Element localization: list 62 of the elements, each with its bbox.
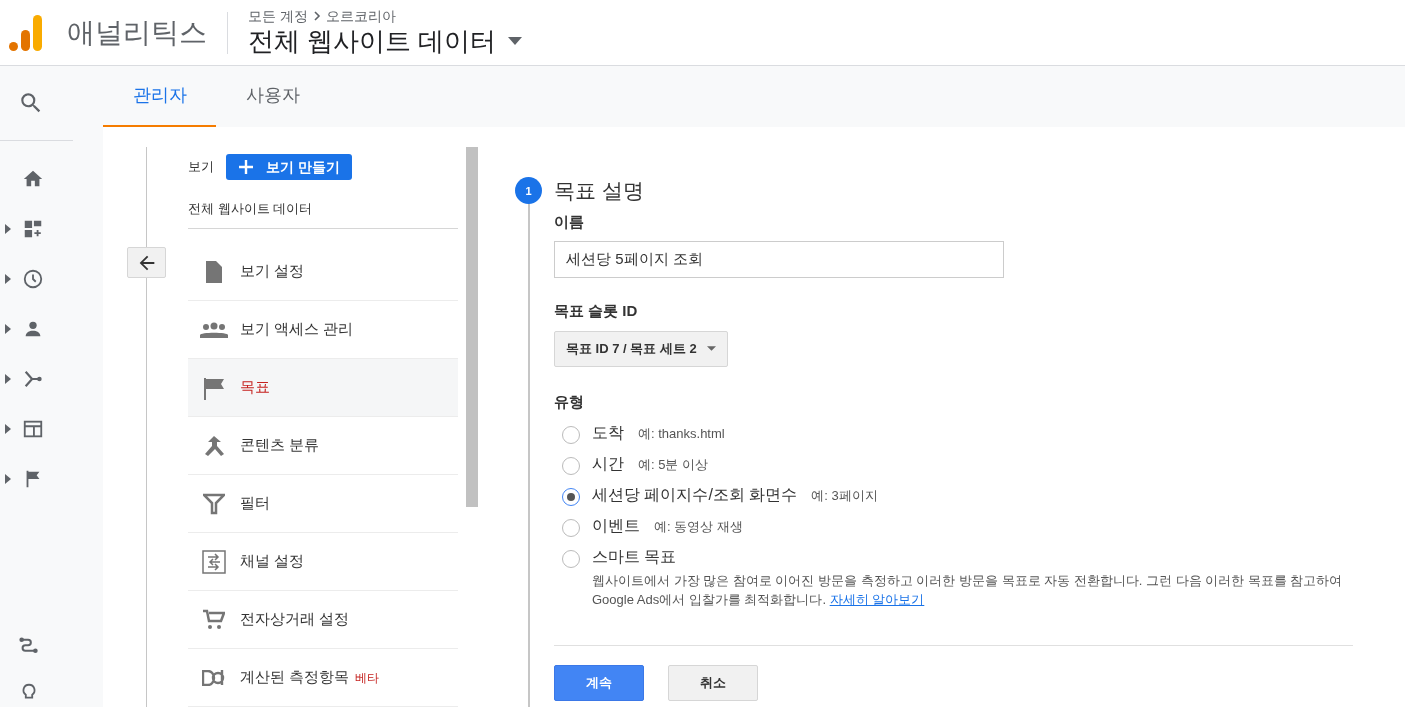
option-label[interactable]: 스마트 목표 bbox=[592, 545, 677, 569]
view-selector[interactable]: 전체 웹사이트 데이터 bbox=[248, 23, 523, 58]
name-input-field[interactable]: 세션당 5페이지 조회 bbox=[554, 241, 1004, 278]
option-example: 예: thanks.html bbox=[638, 425, 725, 443]
learn-more-link[interactable]: 자세히 알아보기 bbox=[829, 592, 925, 607]
continue-button[interactable]: 계속 bbox=[554, 665, 644, 701]
menu-item[interactable]: 계산된 측정항목 베타 bbox=[188, 649, 458, 707]
chevron-right-icon bbox=[311, 10, 322, 21]
section-title: 목표 설명 bbox=[554, 178, 644, 204]
analytics-logo-icon bbox=[9, 14, 42, 51]
breadcrumb-item[interactable]: 오르코리아 bbox=[325, 7, 396, 24]
field-label: 이름 bbox=[554, 211, 585, 232]
expand-arrow-icon[interactable] bbox=[5, 324, 11, 334]
filter-icon bbox=[203, 492, 225, 515]
plus-icon bbox=[238, 159, 254, 175]
fork-icon[interactable] bbox=[22, 368, 44, 390]
channel-settings-icon bbox=[202, 549, 226, 574]
table-icon[interactable] bbox=[22, 418, 44, 440]
menu-item[interactable]: 필터 bbox=[188, 475, 458, 533]
option-label[interactable]: 도착 bbox=[592, 421, 624, 445]
dropdown-caret-icon bbox=[508, 36, 523, 45]
option-label[interactable]: 이벤트 bbox=[592, 514, 640, 538]
menu-item[interactable]: 보기 설정 bbox=[188, 243, 458, 301]
option-example: 예: 3페이지 bbox=[811, 487, 878, 505]
merge-icon bbox=[203, 433, 225, 458]
option-description: 웹사이트에서 가장 많은 참여로 이어진 방문을 측정하고 이러한 방문을 목표로 자동 전환합니다. 그런 다음 이러한 목표를 참고하여 Google Ads에서 입찰가를 최적화합니다. 자세히 알아보기 bbox=[592, 572, 1344, 609]
field-label: 유형 bbox=[554, 391, 585, 412]
clock-icon[interactable] bbox=[22, 268, 44, 290]
option-example: 예: 동영상 재생 bbox=[654, 518, 743, 536]
option-label[interactable]: 시간 bbox=[592, 452, 624, 476]
menu-item[interactable]: 목표 bbox=[188, 359, 458, 417]
dropdown-caret-icon bbox=[706, 346, 716, 351]
beta-label: 베타 bbox=[355, 669, 380, 687]
expand-arrow-icon[interactable] bbox=[5, 424, 11, 434]
breadcrumb-item[interactable]: 모든 계정 bbox=[248, 7, 308, 24]
product-name: 애널리틱스 bbox=[67, 15, 207, 50]
tab[interactable]: 관리자 bbox=[103, 66, 216, 127]
step-number: 1 bbox=[515, 177, 542, 205]
field-label: 목표 슬롯 ID bbox=[554, 301, 639, 321]
create-view-button[interactable]: 보기 만들기 bbox=[226, 154, 352, 180]
option-example: 예: 5분 이상 bbox=[638, 456, 709, 474]
dashboard-icon[interactable] bbox=[22, 218, 44, 240]
expand-arrow-icon[interactable] bbox=[5, 374, 11, 384]
cart-icon bbox=[203, 608, 225, 631]
menu-item[interactable]: 콘텐츠 분류 bbox=[188, 417, 458, 475]
expand-arrow-icon[interactable] bbox=[5, 224, 11, 234]
tab[interactable]: 사용자 bbox=[216, 66, 329, 127]
goal-slot-dropdown[interactable]: 목표 ID 7 / 목표 세트 2 bbox=[554, 330, 728, 367]
expand-arrow-icon[interactable] bbox=[5, 274, 11, 284]
document-icon bbox=[203, 259, 225, 284]
dd-icon bbox=[202, 669, 226, 686]
flag-icon bbox=[202, 375, 226, 400]
cancel-button[interactable]: 취소 bbox=[668, 665, 758, 701]
people-icon bbox=[200, 320, 228, 339]
view-name: 전체 웹사이트 데이터 bbox=[188, 201, 313, 216]
option-label[interactable]: 세션당 페이지수/조회 화면수 bbox=[592, 483, 798, 507]
back-button[interactable] bbox=[127, 247, 166, 278]
scrollbar[interactable] bbox=[466, 147, 478, 507]
menu-item[interactable]: 전자상거래 설정 bbox=[188, 591, 458, 649]
menu-item[interactable]: 채널 설정 bbox=[188, 533, 458, 591]
expand-arrow-icon[interactable] bbox=[5, 474, 11, 484]
view-label: 보기 bbox=[188, 158, 214, 177]
